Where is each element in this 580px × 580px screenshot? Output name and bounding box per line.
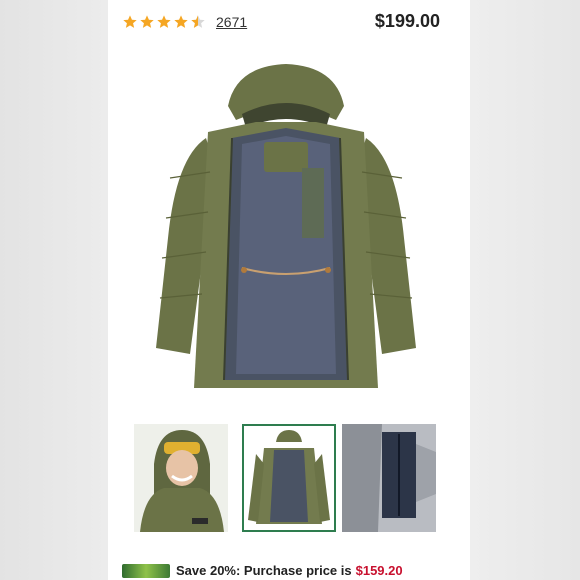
credit-card-icon <box>122 563 170 578</box>
background-left <box>0 0 108 580</box>
star-icon <box>174 15 188 28</box>
star-icon <box>140 15 154 28</box>
rating-row: 2671 <box>122 10 247 34</box>
thumbnail-front-open[interactable] <box>242 424 336 532</box>
product-price: $199.00 <box>374 11 440 31</box>
star-icon <box>123 15 137 28</box>
promo-banner[interactable]: Save 20%: Purchase price is $159.20 <box>122 563 403 578</box>
half-star-icon <box>191 15 205 28</box>
hero-product-image[interactable] <box>146 58 426 403</box>
star-icon <box>157 15 171 28</box>
thumbnail-strip <box>134 424 444 532</box>
promo-text: Save 20%: Purchase price is <box>176 563 352 578</box>
review-count-link[interactable]: 2671 <box>216 14 247 30</box>
promo-price: $159.20 <box>355 563 403 578</box>
thumbnail-model[interactable] <box>134 424 228 532</box>
background-right <box>470 0 580 580</box>
thumbnail-pocket-detail[interactable] <box>342 424 436 532</box>
star-rating[interactable] <box>122 14 206 30</box>
product-card: 2671 $199.00 Save 20%: Purchase price is… <box>108 0 470 580</box>
